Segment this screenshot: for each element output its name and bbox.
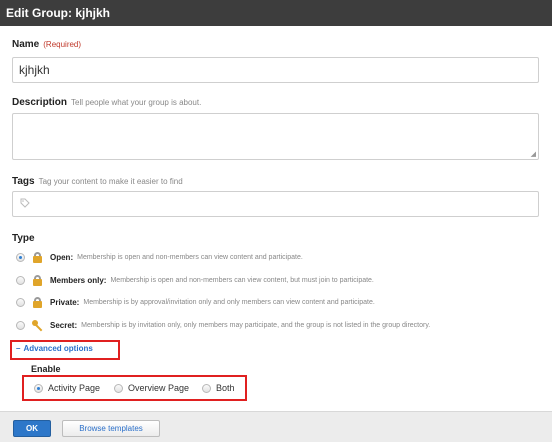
members-only-radio[interactable] xyxy=(16,275,25,285)
name-label-text: Name xyxy=(12,39,40,50)
open-radio[interactable] xyxy=(16,252,25,262)
tags-hint: Tag your content to make it easier to fi… xyxy=(38,177,183,186)
description-hint: Tell people what your group is about. xyxy=(71,98,202,107)
private-radio[interactable] xyxy=(16,297,25,307)
description-textarea[interactable]: ◢ xyxy=(12,113,539,160)
tag-icon xyxy=(20,198,30,211)
ok-button[interactable]: OK xyxy=(13,420,51,437)
type-option-private[interactable]: Private: Membership is by approval/invit… xyxy=(16,295,375,309)
browse-templates-button[interactable]: Browse templates xyxy=(62,420,160,437)
tags-input[interactable] xyxy=(12,191,539,217)
name-label: Name (Required) xyxy=(12,39,81,50)
description-label: Description Tell people what your group i… xyxy=(12,97,201,108)
enable-label: Enable xyxy=(31,364,61,374)
type-option-members-only[interactable]: Members only: Membership is open and non… xyxy=(16,273,374,287)
required-note: (Required) xyxy=(43,40,82,49)
dialog-title: Edit Group: kjhjkh xyxy=(0,0,552,26)
type-option-open[interactable]: Open: Membership is open and non-members… xyxy=(16,250,303,264)
description-label-text: Description xyxy=(12,97,68,108)
advanced-options-link[interactable]: – Advanced options xyxy=(16,344,93,353)
dialog-footer: OK Browse templates xyxy=(0,411,552,442)
enable-option-label: Activity Page xyxy=(48,383,101,393)
enable-option-activity-page[interactable]: Activity Page xyxy=(34,383,100,393)
lock-icon xyxy=(32,296,43,308)
type-option-description: Membership is by invitation only, only m… xyxy=(81,321,431,329)
enable-option-overview-page[interactable]: Overview Page xyxy=(114,383,189,393)
type-option-name: Members only: xyxy=(50,275,107,285)
tags-label: Tags Tag your content to make it easier t… xyxy=(12,176,183,187)
type-option-name: Private: xyxy=(50,297,80,307)
advanced-options-label[interactable]: Advanced options xyxy=(23,344,92,353)
tags-label-text: Tags xyxy=(12,176,35,187)
type-option-name: Secret: xyxy=(50,320,78,330)
overview-page-radio[interactable] xyxy=(114,383,123,393)
type-option-description: Membership is by approval/invitation onl… xyxy=(83,298,375,306)
name-input[interactable]: kjhjkh xyxy=(12,57,539,83)
activity-page-radio[interactable] xyxy=(34,383,43,393)
secret-radio[interactable] xyxy=(16,320,25,330)
type-label: Type xyxy=(12,233,35,244)
both-radio[interactable] xyxy=(202,383,211,393)
type-option-description: Membership is open and non-members can v… xyxy=(110,276,374,284)
lock-icon xyxy=(32,274,43,286)
type-option-name: Open: xyxy=(50,252,74,262)
collapse-icon[interactable]: – xyxy=(16,344,20,353)
type-option-description: Membership is open and non-members can v… xyxy=(77,253,303,261)
enable-option-label: Overview Page xyxy=(128,383,190,393)
key-icon xyxy=(32,319,43,331)
resize-handle-icon[interactable]: ◢ xyxy=(531,150,536,158)
lock-open-icon xyxy=(32,251,43,263)
enable-option-both[interactable]: Both xyxy=(202,383,235,393)
enable-option-label: Both xyxy=(216,383,235,393)
type-option-secret[interactable]: Secret: Membership is by invitation only… xyxy=(16,318,430,332)
